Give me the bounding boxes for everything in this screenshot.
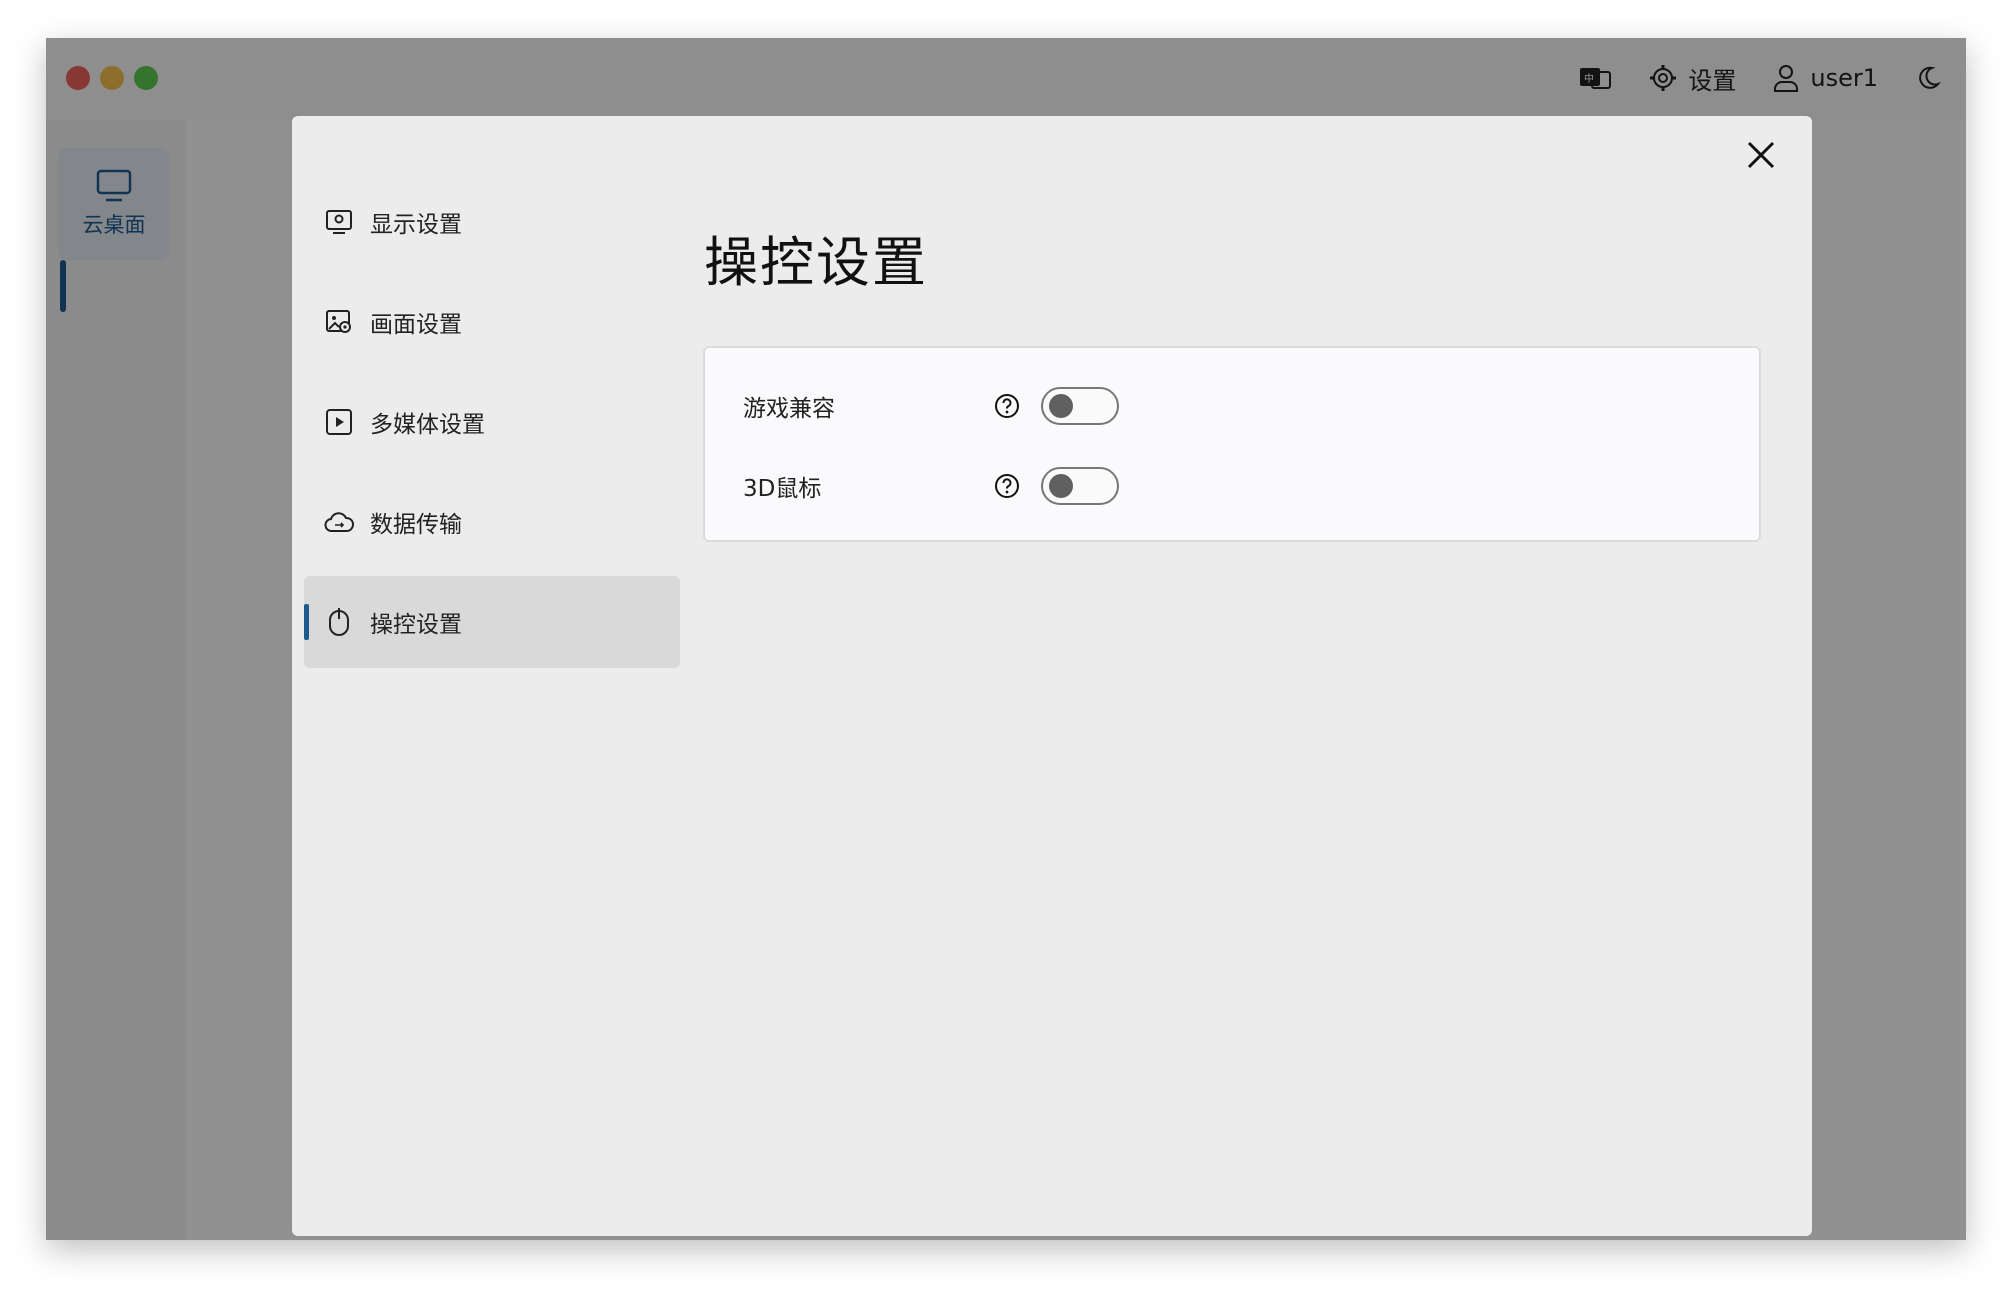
- setting-label: 游戏兼容: [743, 396, 835, 422]
- nav-item-control-settings[interactable]: 操控设置: [304, 576, 680, 668]
- nav-active-indicator: [304, 604, 309, 640]
- setting-label: 3D鼠标: [743, 476, 822, 502]
- nav-item-label: 数据传输: [370, 512, 462, 538]
- close-dialog-button[interactable]: [1740, 134, 1782, 176]
- nav-item-label: 操控设置: [370, 612, 462, 638]
- display-icon: [324, 207, 354, 237]
- app-window: 中 设置 user1 云桌面 显示设置 画面设置 多媒体设置 数据传输 操控设置…: [46, 38, 1966, 1240]
- cloud-transfer-icon: [324, 507, 354, 537]
- close-icon: [1747, 141, 1775, 169]
- nav-item-label: 多媒体设置: [370, 412, 485, 438]
- nav-item-label: 画面设置: [370, 312, 462, 338]
- toggle-knob: [1049, 394, 1073, 418]
- help-icon[interactable]: [993, 392, 1021, 420]
- game-compat-toggle[interactable]: [1041, 387, 1119, 425]
- nav-item-data-transfer[interactable]: 数据传输: [304, 476, 680, 568]
- mouse-icon: [324, 607, 354, 637]
- nav-item-multimedia-settings[interactable]: 多媒体设置: [304, 376, 680, 468]
- nav-item-display-settings[interactable]: 显示设置: [304, 176, 680, 268]
- toggle-knob: [1049, 474, 1073, 498]
- nav-item-label: 显示设置: [370, 212, 462, 238]
- picture-icon: [324, 307, 354, 337]
- settings-dialog: 显示设置 画面设置 多媒体设置 数据传输 操控设置 操控设置 游戏兼容 3D鼠标: [292, 116, 1812, 1236]
- settings-nav: 显示设置 画面设置 多媒体设置 数据传输 操控设置: [304, 176, 680, 676]
- nav-item-picture-settings[interactable]: 画面设置: [304, 276, 680, 368]
- settings-card: 游戏兼容 3D鼠标: [703, 346, 1761, 542]
- setting-row-game-compat: 游戏兼容: [743, 384, 1119, 428]
- page-title: 操控设置: [704, 231, 928, 294]
- help-icon[interactable]: [993, 472, 1021, 500]
- setting-row-3d-mouse: 3D鼠标: [743, 464, 1119, 508]
- play-icon: [324, 407, 354, 437]
- 3d-mouse-toggle[interactable]: [1041, 467, 1119, 505]
